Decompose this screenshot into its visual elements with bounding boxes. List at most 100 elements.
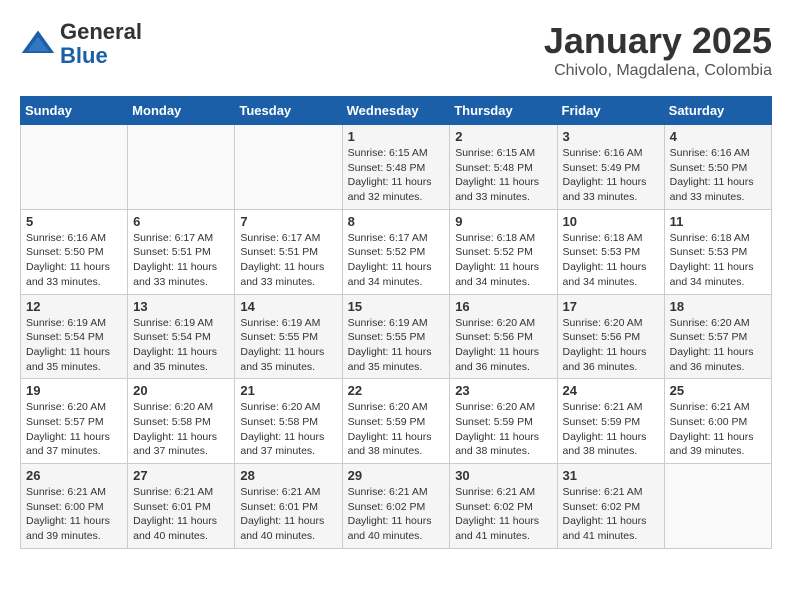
calendar-table: SundayMondayTuesdayWednesdayThursdayFrid… [20, 96, 772, 549]
day-info: Sunrise: 6:20 AM Sunset: 5:59 PM Dayligh… [455, 400, 551, 459]
calendar-cell: 6Sunrise: 6:17 AM Sunset: 5:51 PM Daylig… [128, 209, 235, 294]
calendar-cell: 21Sunrise: 6:20 AM Sunset: 5:58 PM Dayli… [235, 379, 342, 464]
day-number: 21 [240, 383, 336, 398]
calendar-cell: 24Sunrise: 6:21 AM Sunset: 5:59 PM Dayli… [557, 379, 664, 464]
day-number: 25 [670, 383, 766, 398]
weekday-header-sunday: Sunday [21, 97, 128, 125]
weekday-header-tuesday: Tuesday [235, 97, 342, 125]
day-info: Sunrise: 6:21 AM Sunset: 6:02 PM Dayligh… [348, 485, 445, 544]
day-number: 10 [563, 214, 659, 229]
day-number: 31 [563, 468, 659, 483]
day-number: 2 [455, 129, 551, 144]
logo-icon [20, 26, 56, 62]
day-number: 24 [563, 383, 659, 398]
day-info: Sunrise: 6:19 AM Sunset: 5:55 PM Dayligh… [240, 316, 336, 375]
day-info: Sunrise: 6:15 AM Sunset: 5:48 PM Dayligh… [455, 146, 551, 205]
logo: General Blue [20, 20, 142, 68]
calendar-cell: 3 Sunrise: 6:16 AM Sunset: 5:49 PM Daylig… [557, 125, 664, 210]
day-number: 17 [563, 299, 659, 314]
weekday-header-saturday: Saturday [664, 97, 771, 125]
calendar-cell [235, 125, 342, 210]
day-number: 30 [455, 468, 551, 483]
day-number: 26 [26, 468, 122, 483]
day-info: Sunrise: 6:17 AM Sunset: 5:51 PM Dayligh… [240, 231, 336, 290]
day-number: 15 [348, 299, 445, 314]
day-number: 19 [26, 383, 122, 398]
calendar-cell: 9 Sunrise: 6:18 AM Sunset: 5:52 PM Daylig… [450, 209, 557, 294]
calendar-week-4: 19 Sunrise: 6:20 AM Sunset: 5:57 PM Dayli… [21, 379, 772, 464]
day-number: 22 [348, 383, 445, 398]
day-info: Sunrise: 6:21 AM Sunset: 6:00 PM Dayligh… [26, 485, 122, 544]
logo-blue-text: Blue [60, 43, 108, 68]
calendar-cell: 18Sunrise: 6:20 AM Sunset: 5:57 PM Dayli… [664, 294, 771, 379]
calendar-cell: 23 Sunrise: 6:20 AM Sunset: 5:59 PM Dayli… [450, 379, 557, 464]
day-info: Sunrise: 6:21 AM Sunset: 6:01 PM Dayligh… [133, 485, 229, 544]
page-header: General Blue January 2025 Chivolo, Magda… [20, 20, 772, 80]
weekday-header-wednesday: Wednesday [342, 97, 450, 125]
calendar-cell: 19 Sunrise: 6:20 AM Sunset: 5:57 PM Dayli… [21, 379, 128, 464]
day-number: 14 [240, 299, 336, 314]
day-number: 9 [455, 214, 551, 229]
day-number: 7 [240, 214, 336, 229]
calendar-cell: 10 Sunrise: 6:18 AM Sunset: 5:53 PM Dayli… [557, 209, 664, 294]
day-info: Sunrise: 6:21 AM Sunset: 6:01 PM Dayligh… [240, 485, 336, 544]
logo-general-text: General [60, 19, 142, 44]
day-number: 28 [240, 468, 336, 483]
day-number: 13 [133, 299, 229, 314]
day-info: Sunrise: 6:16 AM Sunset: 5:49 PM Dayligh… [563, 146, 659, 205]
weekday-header-friday: Friday [557, 97, 664, 125]
day-number: 27 [133, 468, 229, 483]
day-number: 1 [348, 129, 445, 144]
day-number: 16 [455, 299, 551, 314]
day-info: Sunrise: 6:18 AM Sunset: 5:53 PM Dayligh… [563, 231, 659, 290]
day-number: 23 [455, 383, 551, 398]
calendar-cell: 1 Sunrise: 6:15 AM Sunset: 5:48 PM Daylig… [342, 125, 450, 210]
calendar-cell: 14 Sunrise: 6:19 AM Sunset: 5:55 PM Dayli… [235, 294, 342, 379]
calendar-cell [128, 125, 235, 210]
day-number: 20 [133, 383, 229, 398]
weekday-header-row: SundayMondayTuesdayWednesdayThursdayFrid… [21, 97, 772, 125]
calendar-cell: 20 Sunrise: 6:20 AM Sunset: 5:58 PM Dayli… [128, 379, 235, 464]
calendar-cell: 25Sunrise: 6:21 AM Sunset: 6:00 PM Dayli… [664, 379, 771, 464]
calendar-cell: 22 Sunrise: 6:20 AM Sunset: 5:59 PM Dayli… [342, 379, 450, 464]
calendar-cell: 26 Sunrise: 6:21 AM Sunset: 6:00 PM Dayli… [21, 464, 128, 549]
day-number: 3 [563, 129, 659, 144]
weekday-header-thursday: Thursday [450, 97, 557, 125]
title-block: January 2025 Chivolo, Magdalena, Colombi… [544, 20, 772, 80]
day-number: 12 [26, 299, 122, 314]
calendar-week-5: 26 Sunrise: 6:21 AM Sunset: 6:00 PM Dayli… [21, 464, 772, 549]
calendar-cell [21, 125, 128, 210]
day-info: Sunrise: 6:15 AM Sunset: 5:48 PM Dayligh… [348, 146, 445, 205]
calendar-cell: 4 Sunrise: 6:16 AM Sunset: 5:50 PM Daylig… [664, 125, 771, 210]
day-info: Sunrise: 6:21 AM Sunset: 6:02 PM Dayligh… [563, 485, 659, 544]
day-info: Sunrise: 6:20 AM Sunset: 5:57 PM Dayligh… [26, 400, 122, 459]
day-info: Sunrise: 6:21 AM Sunset: 6:02 PM Dayligh… [455, 485, 551, 544]
day-info: Sunrise: 6:19 AM Sunset: 5:55 PM Dayligh… [348, 316, 445, 375]
calendar-cell: 29 Sunrise: 6:21 AM Sunset: 6:02 PM Dayli… [342, 464, 450, 549]
day-info: Sunrise: 6:18 AM Sunset: 5:53 PM Dayligh… [670, 231, 766, 290]
day-number: 4 [670, 129, 766, 144]
day-info: Sunrise: 6:16 AM Sunset: 5:50 PM Dayligh… [670, 146, 766, 205]
day-info: Sunrise: 6:20 AM Sunset: 5:57 PM Dayligh… [670, 316, 766, 375]
day-number: 11 [670, 214, 766, 229]
calendar-cell: 16 Sunrise: 6:20 AM Sunset: 5:56 PM Dayli… [450, 294, 557, 379]
day-number: 8 [348, 214, 445, 229]
day-info: Sunrise: 6:18 AM Sunset: 5:52 PM Dayligh… [455, 231, 551, 290]
day-info: Sunrise: 6:20 AM Sunset: 5:58 PM Dayligh… [133, 400, 229, 459]
day-number: 5 [26, 214, 122, 229]
day-number: 29 [348, 468, 445, 483]
day-info: Sunrise: 6:20 AM Sunset: 5:56 PM Dayligh… [455, 316, 551, 375]
day-info: Sunrise: 6:20 AM Sunset: 5:56 PM Dayligh… [563, 316, 659, 375]
day-number: 6 [133, 214, 229, 229]
calendar-week-1: 1 Sunrise: 6:15 AM Sunset: 5:48 PM Daylig… [21, 125, 772, 210]
calendar-cell: 5Sunrise: 6:16 AM Sunset: 5:50 PM Daylig… [21, 209, 128, 294]
calendar-cell: 30 Sunrise: 6:21 AM Sunset: 6:02 PM Dayli… [450, 464, 557, 549]
calendar-week-3: 12 Sunrise: 6:19 AM Sunset: 5:54 PM Dayli… [21, 294, 772, 379]
day-info: Sunrise: 6:20 AM Sunset: 5:59 PM Dayligh… [348, 400, 445, 459]
calendar-cell: 31 Sunrise: 6:21 AM Sunset: 6:02 PM Dayli… [557, 464, 664, 549]
day-info: Sunrise: 6:19 AM Sunset: 5:54 PM Dayligh… [133, 316, 229, 375]
calendar-cell: 7 Sunrise: 6:17 AM Sunset: 5:51 PM Daylig… [235, 209, 342, 294]
calendar-cell: 12Sunrise: 6:19 AM Sunset: 5:54 PM Dayli… [21, 294, 128, 379]
calendar-cell: 11 Sunrise: 6:18 AM Sunset: 5:53 PM Dayli… [664, 209, 771, 294]
location-title: Chivolo, Magdalena, Colombia [544, 62, 772, 80]
